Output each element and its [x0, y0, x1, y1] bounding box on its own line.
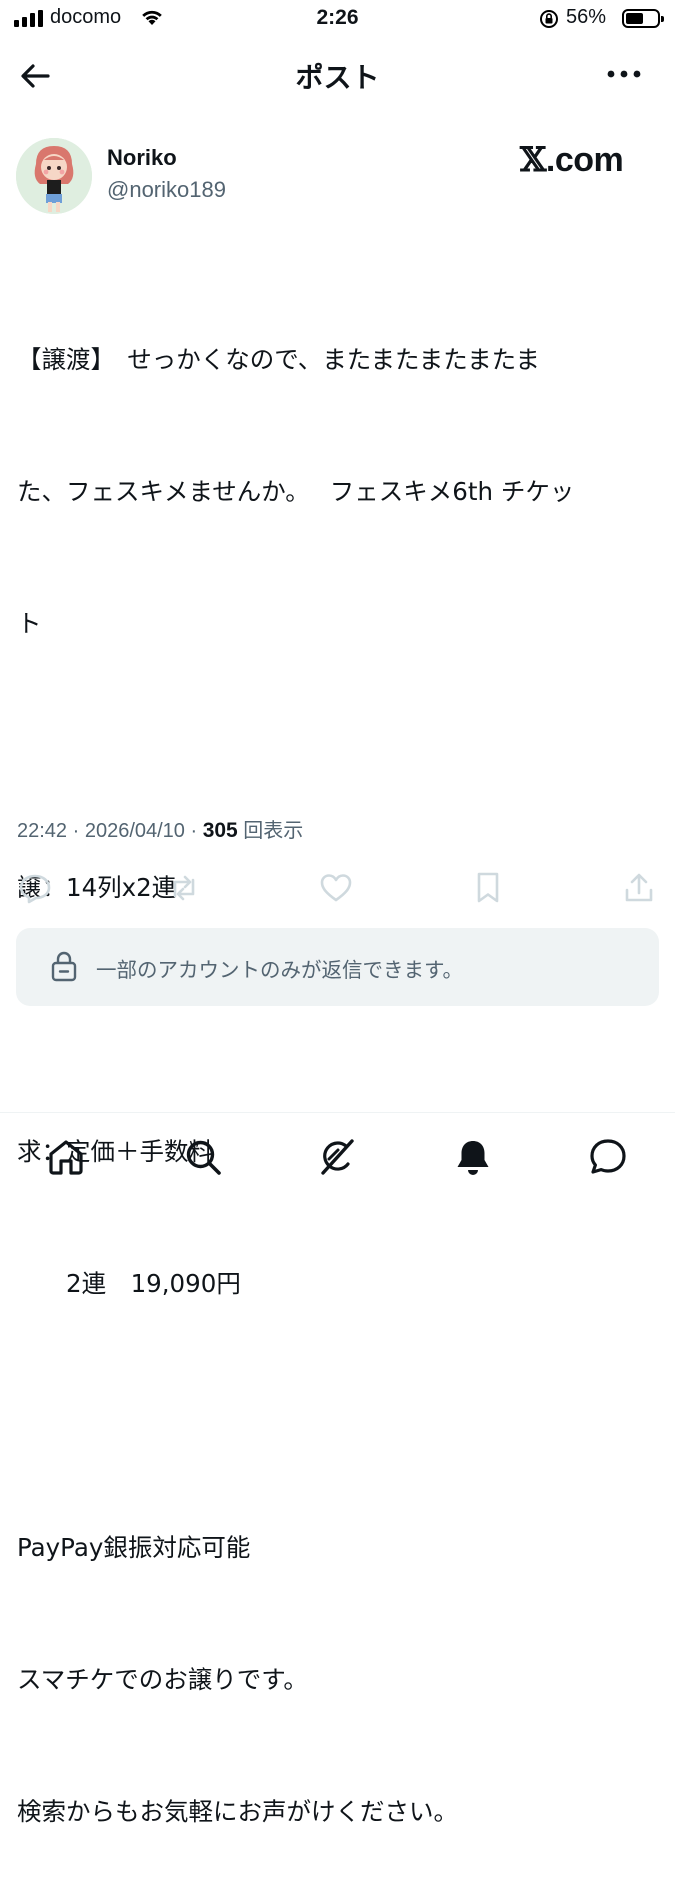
- post-meta: 22:42 · 2026/04/10 · 305 回表示: [17, 814, 303, 843]
- post-line: スマチケでのお譲りです。: [17, 1665, 308, 1694]
- post-line: 2連 19,090円: [17, 1269, 241, 1298]
- post-timestamp[interactable]: 22:42 · 2026/04/10 ·: [17, 820, 203, 842]
- reply-restriction-text: 一部のアカウントのみが返信できます。: [96, 958, 463, 982]
- battery-icon: [622, 9, 664, 28]
- more-options-icon[interactable]: [604, 62, 644, 86]
- post-line: PayPay銀振対応可能: [17, 1533, 251, 1562]
- like-heart-icon[interactable]: [318, 870, 354, 906]
- x-logo-icon: 𝕏: [520, 140, 546, 180]
- share-icon[interactable]: [621, 870, 657, 906]
- avatar[interactable]: [16, 138, 92, 214]
- status-bar: docomo 2:26 56%: [0, 0, 675, 38]
- repost-icon[interactable]: [166, 870, 202, 906]
- watermark-domain: .com: [545, 141, 624, 179]
- post-line-blank: [17, 1394, 657, 1438]
- post-line-blank: [17, 734, 657, 778]
- home-icon[interactable]: [45, 1136, 87, 1178]
- post-line: ト: [17, 609, 42, 638]
- search-icon[interactable]: [182, 1136, 224, 1178]
- post-text: 【譲渡】 せっかくなので、またまたまたまたま た、フェスキメませんか。 フェスキ…: [17, 250, 657, 1878]
- bookmark-icon[interactable]: [470, 870, 506, 906]
- avatar-illustration: [16, 138, 92, 214]
- post-line: 【譲渡】 せっかくなので、またまたまたまたま: [17, 345, 540, 374]
- author-name[interactable]: Noriko: [107, 145, 177, 171]
- reply-restriction-banner: 一部のアカウントのみが返信できます。: [16, 928, 659, 1006]
- post-line: た、フェスキメませんか。 フェスキメ6th チケッ: [17, 477, 575, 506]
- grok-icon[interactable]: [316, 1136, 358, 1178]
- view-label: 回表示: [237, 820, 304, 842]
- author-handle[interactable]: @noriko189: [107, 177, 226, 203]
- page-title: ポスト: [295, 61, 380, 94]
- x-com-watermark: 𝕏.com: [520, 140, 624, 180]
- battery-percent: 56%: [566, 6, 607, 28]
- view-count: 305: [202, 819, 238, 842]
- rotation-lock-icon: [540, 10, 558, 28]
- notifications-bell-icon[interactable]: [452, 1136, 494, 1178]
- post-line: 検索からもお気軽にお声がけください。: [17, 1797, 458, 1826]
- lock-icon: [51, 951, 77, 982]
- bottom-nav-divider: [0, 1112, 675, 1113]
- reply-icon[interactable]: [17, 870, 53, 906]
- messages-icon[interactable]: [587, 1136, 629, 1178]
